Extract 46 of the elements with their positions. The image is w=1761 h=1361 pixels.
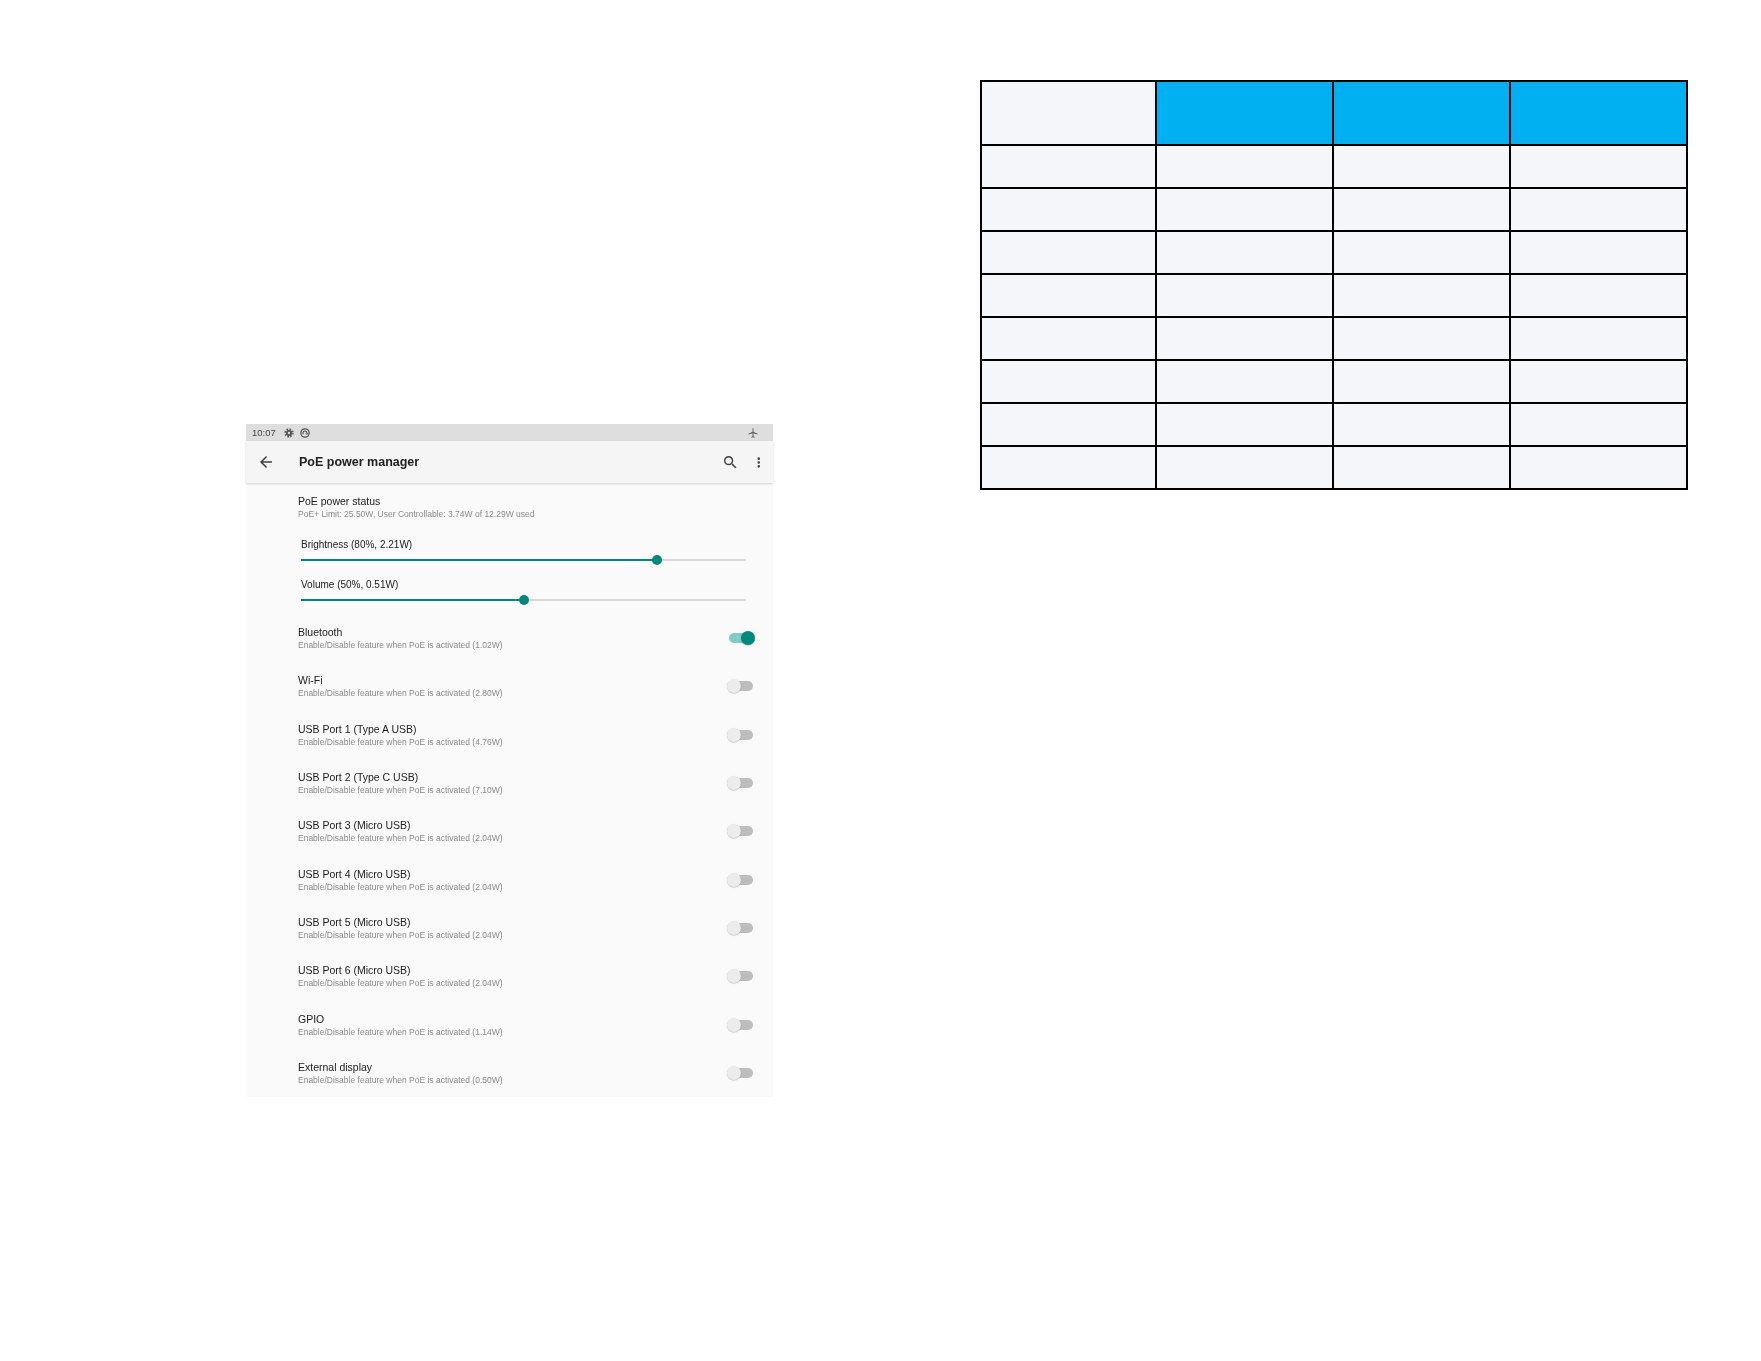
setting-title: PoE power status	[298, 494, 382, 508]
setting-title: GPIO	[298, 1011, 325, 1026]
setting-description: Enable/Disable feature when PoE is activated (1.02W)	[298, 639, 503, 652]
setting-title: External display	[298, 1059, 373, 1074]
slider-track[interactable]	[301, 595, 746, 605]
back-icon[interactable]	[260, 456, 272, 468]
setting-description: Enable/Disable feature when PoE is activated (2.04W)	[298, 880, 503, 893]
app-title: PoE power manager	[299, 454, 420, 470]
ring-icon	[299, 427, 310, 438]
slider-thumb[interactable]	[518, 595, 529, 605]
setting-title: USB Port 6 (Micro USB)	[298, 963, 411, 978]
setting-description: Enable/Disable feature when PoE is activated (1.14W)	[298, 1025, 503, 1038]
toggle-switch[interactable]	[727, 679, 755, 694]
gear-icon	[283, 427, 294, 438]
setting-title: Bluetooth	[298, 625, 343, 640]
toggle-switch[interactable]	[727, 1065, 755, 1080]
toggle-switch[interactable]	[727, 969, 755, 984]
toggle-switch[interactable]	[727, 920, 755, 935]
setting-title: Wi-Fi	[298, 673, 323, 688]
toggle-switch[interactable]	[727, 872, 755, 887]
slider-thumb[interactable]	[652, 555, 662, 565]
setting-title: USB Port 5 (Micro USB)	[298, 914, 411, 929]
setting-description: Enable/Disable feature when PoE is activated (2.80W)	[298, 687, 503, 700]
setting-description: Enable/Disable feature when PoE is activated (0.50W)	[298, 1073, 503, 1086]
setting-description: Enable/Disable feature when PoE is activated (2.04W)	[298, 928, 503, 941]
toggle-switch[interactable]	[727, 776, 755, 791]
airplane-icon	[748, 427, 758, 438]
toggle-switch[interactable]	[727, 1017, 755, 1032]
toggle-switch[interactable]	[727, 824, 755, 839]
setting-title: USB Port 2 (Type C USB)	[298, 770, 419, 785]
slider-label: Volume (50%, 0.51W)	[301, 578, 399, 592]
setting-description: Enable/Disable feature when PoE is activated (4.76W)	[298, 735, 503, 748]
status-time: 10:07	[252, 426, 276, 439]
setting-title: USB Port 4 (Micro USB)	[298, 866, 411, 881]
setting-title: USB Port 3 (Micro USB)	[298, 818, 411, 833]
setting-description: Enable/Disable feature when PoE is activated (2.04W)	[298, 977, 503, 990]
toggle-switch[interactable]	[727, 727, 755, 742]
more-icon[interactable]	[756, 456, 760, 468]
setting-title: USB Port 1 (Type A USB)	[298, 721, 417, 736]
setting-description: Enable/Disable feature when PoE is activated (2.04W)	[298, 832, 503, 845]
setting-description: PoE+ Limit: 25.50W, User Controllable: 3.74W of 12.29W used	[298, 508, 536, 520]
slider-track[interactable]	[301, 555, 746, 565]
toggle-switch[interactable]	[727, 631, 755, 646]
slider-label: Brightness (80%, 2.21W)	[301, 538, 413, 552]
setting-description: Enable/Disable feature when PoE is activated (7.10W)	[298, 784, 503, 797]
search-icon[interactable]	[724, 455, 737, 469]
